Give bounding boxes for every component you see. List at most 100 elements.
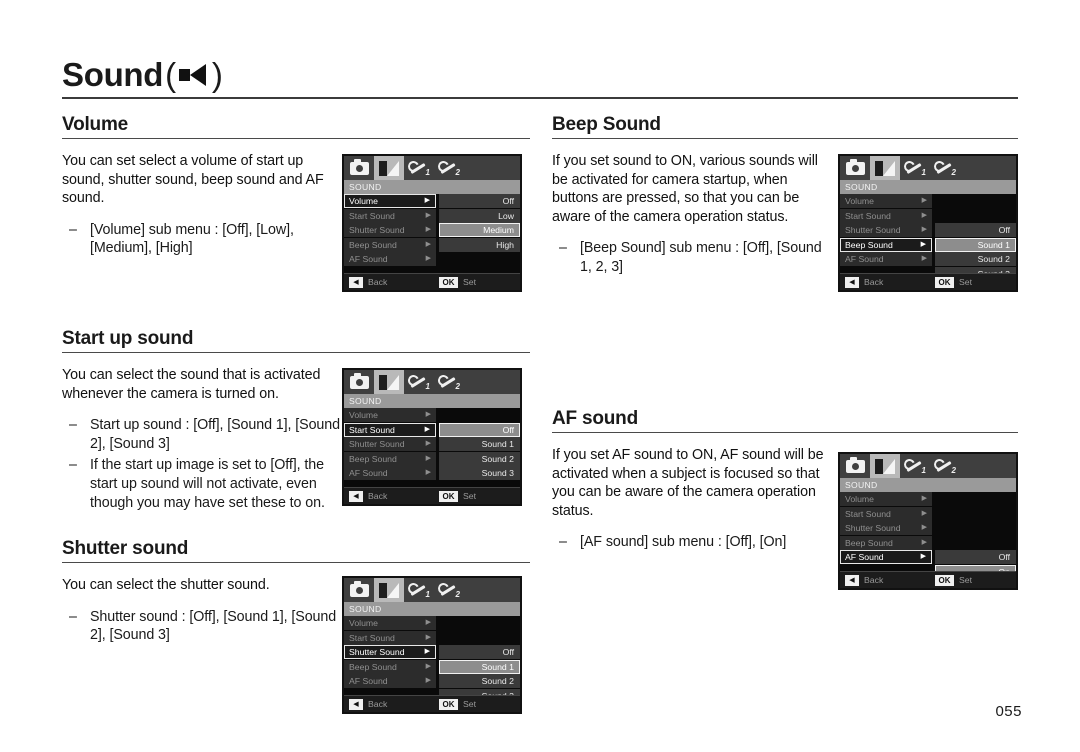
lcd-menu-item-beep-sound[interactable]: Beep Sound ▶ xyxy=(840,237,932,252)
lcd-menu-item-af-sound[interactable]: AF Sound ▶ xyxy=(344,252,436,266)
setup2-tab[interactable]: 2 xyxy=(434,578,464,602)
lcd-submenu-option[interactable]: Sound 1 xyxy=(935,237,1016,252)
lcd-menu-item-shutter-sound[interactable]: Shutter Sound ▶ xyxy=(344,437,436,451)
camera-tab[interactable] xyxy=(840,454,870,478)
sound-tab[interactable] xyxy=(374,370,404,394)
lcd-submenu-option[interactable]: Sound 3 xyxy=(439,466,520,480)
lcd-menu-body[interactable]: Volume ▶ Start Sound ▶ Shutter Sound ▶ Beep So… xyxy=(840,492,1016,579)
camera-tab[interactable] xyxy=(840,156,870,180)
list-item: – Shutter sound : [Off], [Sound 1], [Soun… xyxy=(62,608,338,645)
lcd-submenu-column[interactable]: OffSound 1Sound 2Sound 3 xyxy=(935,194,1016,281)
lcd-menu-item-beep-sound[interactable]: Beep Sound ▶ xyxy=(840,535,932,550)
lcd-menu-item-volume[interactable]: Volume ▶ xyxy=(344,408,436,422)
lcd-menu-column[interactable]: Volume ▶ Start Sound ▶ Shutter Sound ▶ Beep So… xyxy=(840,194,932,267)
sound-tab[interactable] xyxy=(870,454,900,478)
lcd-menu-item-shutter-sound[interactable]: Shutter Sound ▶ xyxy=(344,223,436,237)
lcd-submenu-option[interactable]: Sound 1 xyxy=(439,437,520,451)
lcd-screen-shutter-sound[interactable]: 1 2 SOUND Volume ▶ Start Sound ▶ Shutter Sou… xyxy=(342,576,522,714)
lcd-menu-column[interactable]: Volume ▶ Start Sound ▶ Shutter Sound ▶ Beep So… xyxy=(344,616,436,689)
back-key-icon[interactable]: ◀ xyxy=(349,698,363,710)
camera-tab[interactable] xyxy=(344,578,374,602)
lcd-menu-column[interactable]: Volume ▶ Start Sound ▶ Shutter Sound ▶ Beep So… xyxy=(840,492,932,565)
lcd-menu-item-start-sound[interactable]: Start Sound ▶ xyxy=(840,208,932,223)
lcd-menu-body[interactable]: Volume ▶ Start Sound ▶ Shutter Sound ▶ Beep So… xyxy=(840,194,1016,281)
lcd-menu-item-start-sound[interactable]: Start Sound ▶ xyxy=(840,506,932,521)
lcd-menu-item-af-sound[interactable]: AF Sound ▶ xyxy=(840,550,932,564)
lcd-menu-item-beep-sound[interactable]: Beep Sound ▶ xyxy=(344,659,436,674)
lcd-submenu-option[interactable]: Off xyxy=(935,223,1016,237)
lcd-submenu-column[interactable]: OffSound 1Sound 2Sound 3 xyxy=(439,616,520,703)
lcd-submenu-option[interactable]: Off xyxy=(935,550,1016,564)
ok-group: OK Set xyxy=(439,276,476,288)
lcd-menu-body[interactable]: Volume ▶ Start Sound ▶ Shutter Sound ▶ Beep So… xyxy=(344,616,520,703)
lcd-menu-item-beep-sound[interactable]: Beep Sound ▶ xyxy=(344,451,436,466)
lcd-screen-start-up-sound[interactable]: 1 2 SOUND Volume ▶ Start Sound ▶ Shutter Sou… xyxy=(342,368,522,506)
camera-tab[interactable] xyxy=(344,156,374,180)
lcd-menu-item-start-sound[interactable]: Start Sound ▶ xyxy=(344,422,436,437)
setup1-tab[interactable]: 1 xyxy=(404,370,434,394)
ok-key-icon[interactable]: OK xyxy=(439,490,458,502)
lcd-tabbar[interactable]: 1 2 xyxy=(840,156,1016,180)
ok-key-icon[interactable]: OK xyxy=(935,276,954,288)
lcd-menu-item-af-sound[interactable]: AF Sound ▶ xyxy=(344,466,436,480)
lcd-menu-item-beep-sound[interactable]: Beep Sound ▶ xyxy=(344,237,436,252)
lcd-tabbar[interactable]: 1 2 xyxy=(344,578,520,602)
lcd-menu-item-volume[interactable]: Volume ▶ xyxy=(344,616,436,630)
lcd-tabbar[interactable]: 1 2 xyxy=(344,156,520,180)
lcd-menu-item-label: Beep Sound xyxy=(845,239,893,250)
lcd-screen-beep-sound[interactable]: 1 2 SOUND Volume ▶ Start Sound ▶ Shutter Sou… xyxy=(838,154,1018,292)
camera-tab[interactable] xyxy=(344,370,374,394)
lcd-submenu-option[interactable]: Off xyxy=(439,422,520,437)
lcd-submenu-option[interactable]: Off xyxy=(439,194,520,208)
lcd-submenu-option[interactable]: Off xyxy=(439,645,520,659)
setup1-tab[interactable]: 1 xyxy=(404,156,434,180)
lcd-menu-body[interactable]: Volume ▶ Start Sound ▶ Shutter Sound ▶ Beep So… xyxy=(344,194,520,275)
back-key-icon[interactable]: ◀ xyxy=(845,574,859,586)
ok-key-icon[interactable]: OK xyxy=(935,574,954,586)
lcd-menu-body[interactable]: Volume ▶ Start Sound ▶ Shutter Sound ▶ Beep So… xyxy=(344,408,520,489)
page-title: Sound ( ) xyxy=(62,56,1018,94)
setup2-tab[interactable]: 2 xyxy=(930,156,960,180)
lcd-menu-item-volume[interactable]: Volume ▶ xyxy=(344,194,436,208)
lcd-menu-item-volume[interactable]: Volume ▶ xyxy=(840,492,932,506)
lcd-submenu-option[interactable]: Medium xyxy=(439,223,520,237)
back-key-icon[interactable]: ◀ xyxy=(349,490,363,502)
lcd-submenu-option[interactable]: Sound 1 xyxy=(439,659,520,674)
back-key-icon[interactable]: ◀ xyxy=(349,276,363,288)
lcd-screen-af-sound[interactable]: 1 2 SOUND Volume ▶ Start Sound ▶ Shutter Sou… xyxy=(838,452,1018,590)
ok-key-icon[interactable]: OK xyxy=(439,276,458,288)
lcd-menu-column[interactable]: Volume ▶ Start Sound ▶ Shutter Sound ▶ Beep So… xyxy=(344,408,436,481)
lcd-menu-item-start-sound[interactable]: Start Sound ▶ xyxy=(344,630,436,645)
lcd-submenu-option[interactable]: Low xyxy=(439,208,520,223)
setup1-tab[interactable]: 1 xyxy=(900,156,930,180)
lcd-submenu-option[interactable]: Sound 2 xyxy=(439,674,520,688)
lcd-tabbar[interactable]: 1 2 xyxy=(344,370,520,394)
lcd-menu-item-af-sound[interactable]: AF Sound ▶ xyxy=(840,252,932,266)
lcd-submenu-column[interactable]: OffSound 1Sound 2Sound 3 xyxy=(439,408,520,481)
lcd-screen-volume[interactable]: 1 2 SOUND Volume ▶ Start Sound ▶ Shutter Sou… xyxy=(342,154,522,292)
lcd-submenu-column[interactable]: Off Low Medium High xyxy=(439,194,520,252)
lcd-menu-item-shutter-sound[interactable]: Shutter Sound ▶ xyxy=(840,521,932,535)
sound-tab[interactable] xyxy=(870,156,900,180)
back-key-icon[interactable]: ◀ xyxy=(845,276,859,288)
sound-tab[interactable] xyxy=(374,156,404,180)
lcd-menu-item-shutter-sound[interactable]: Shutter Sound ▶ xyxy=(344,645,436,659)
ok-key-icon[interactable]: OK xyxy=(439,698,458,710)
lcd-menu-column[interactable]: Volume ▶ Start Sound ▶ Shutter Sound ▶ Beep So… xyxy=(344,194,436,267)
sound-tab[interactable] xyxy=(374,578,404,602)
lcd-submenu-option[interactable]: Sound 2 xyxy=(439,451,520,466)
lcd-menu-item-shutter-sound[interactable]: Shutter Sound ▶ xyxy=(840,223,932,237)
lcd-submenu-option[interactable]: High xyxy=(439,237,520,252)
lcd-menu-item-start-sound[interactable]: Start Sound ▶ xyxy=(344,208,436,223)
lcd-tabbar[interactable]: 1 2 xyxy=(840,454,1016,478)
setup2-tab[interactable]: 2 xyxy=(434,156,464,180)
setup2-tab[interactable]: 2 xyxy=(930,454,960,478)
lcd-menu-item-volume[interactable]: Volume ▶ xyxy=(840,194,932,208)
lcd-submenu-column[interactable]: OffOn xyxy=(935,492,1016,579)
lcd-menu-item-af-sound[interactable]: AF Sound ▶ xyxy=(344,674,436,688)
setup2-tab[interactable]: 2 xyxy=(434,370,464,394)
setup1-tab[interactable]: 1 xyxy=(404,578,434,602)
setup1-tab[interactable]: 1 xyxy=(900,454,930,478)
lcd-submenu-option[interactable]: Sound 2 xyxy=(935,252,1016,266)
section-body-start-up-sound: You can select the sound that is activat… xyxy=(62,367,321,402)
